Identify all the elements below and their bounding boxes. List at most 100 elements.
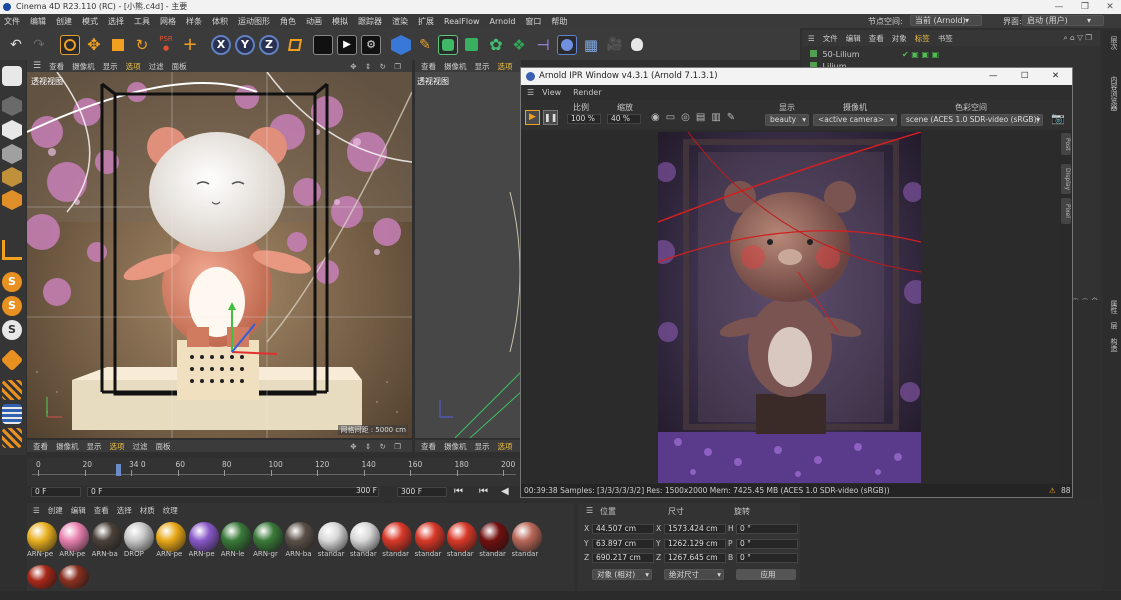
live-selection-icon[interactable] xyxy=(60,35,80,55)
vp2-menu-options[interactable]: 选项 xyxy=(498,61,513,72)
subdivision-icon[interactable] xyxy=(438,35,458,55)
deformer-icon[interactable]: ⊣ xyxy=(533,35,553,55)
menu-item[interactable]: 运动图形 xyxy=(238,16,270,27)
frame-range-end-b[interactable]: 300 F xyxy=(397,487,447,497)
maximize-button[interactable]: ❐ xyxy=(1072,0,1098,14)
tab-construct-vertical[interactable]: 构造 xyxy=(1109,338,1119,352)
make-editable-icon[interactable] xyxy=(2,66,22,86)
tab-layers-vertical[interactable]: 层次 xyxy=(1109,36,1119,50)
z-axis-icon[interactable]: Z xyxy=(259,35,279,55)
coord-mode-dropdown[interactable]: 对象 (相对) ▾ xyxy=(592,569,652,580)
mat-menu-select[interactable]: 选择 xyxy=(117,505,132,516)
menu-item[interactable]: 模式 xyxy=(82,16,98,27)
om-menu-file[interactable]: 文件 xyxy=(823,33,838,44)
pen-icon[interactable]: ✎ xyxy=(415,35,435,55)
menu-item[interactable]: RealFlow xyxy=(444,17,480,26)
material-swatch[interactable] xyxy=(220,522,251,552)
ipr-menu-icon[interactable]: ☰ xyxy=(527,88,534,97)
interface-dropdown[interactable]: 启动 (用户) ▾ xyxy=(1022,15,1104,26)
workplane-snap-icon[interactable]: S xyxy=(2,320,22,340)
extrude-icon[interactable] xyxy=(462,35,482,55)
vp-menu-filter[interactable]: 过滤 xyxy=(149,61,164,72)
menu-item[interactable]: 文件 xyxy=(4,16,20,27)
ipr-menu-view[interactable]: View xyxy=(542,88,561,97)
vp2-menu-camera[interactable]: 摄像机 xyxy=(444,61,467,72)
ipr-render-canvas[interactable] xyxy=(658,132,921,483)
go-to-start-icon[interactable]: ⏮ xyxy=(454,486,463,497)
vp-menu-view[interactable]: 查看 xyxy=(49,61,64,72)
menu-item[interactable]: 渲染 xyxy=(392,16,408,27)
render-view-icon[interactable]: ▶ xyxy=(337,35,357,55)
vpb-nav-icons[interactable]: ✥ ⇕ ↻ ❐ xyxy=(350,442,404,451)
rotation-field[interactable]: 0 ° xyxy=(736,553,798,563)
colorspace-dropdown[interactable]: scene (ACES 1.0 SDR-video (sRGB)) ▾ xyxy=(901,114,1043,126)
floor-icon[interactable]: ▦ xyxy=(581,35,601,55)
position-field[interactable]: 690.217 cm xyxy=(592,553,654,563)
mat-menu-texture[interactable]: 纹理 xyxy=(163,505,178,516)
vpb2-menu-view[interactable]: 查看 xyxy=(421,441,436,452)
apply-button[interactable]: 应用 xyxy=(736,569,796,580)
om-menu-tags[interactable]: 标签 xyxy=(915,33,930,44)
tab-content-browser-vertical[interactable]: 内容浏览器 xyxy=(1109,76,1119,111)
menu-item[interactable]: 模拟 xyxy=(332,16,348,27)
current-frame-field[interactable]: 0 F xyxy=(31,487,81,497)
psr-icon[interactable]: PSR ● xyxy=(156,35,176,55)
menu-item[interactable]: 扩展 xyxy=(418,16,434,27)
mograph-icon[interactable]: ❖ xyxy=(509,35,529,55)
x-axis-icon[interactable]: X xyxy=(211,35,231,55)
vpb-menu-panel[interactable]: 面板 xyxy=(156,441,171,452)
mat-menu-edit[interactable]: 编辑 xyxy=(71,505,86,516)
coordinate-system-icon[interactable] xyxy=(285,35,305,55)
vpb-menu-camera[interactable]: 摄像机 xyxy=(56,441,79,452)
vp-menu-options[interactable]: 选项 xyxy=(126,61,141,72)
locked-workplane-icon[interactable] xyxy=(2,428,22,448)
scale-icon[interactable] xyxy=(108,35,128,55)
size-field[interactable]: 1573.424 cm xyxy=(664,524,726,534)
tab-layer-vertical[interactable]: 层 xyxy=(1109,322,1119,329)
undo-button[interactable]: ↶ xyxy=(6,35,26,55)
size-field[interactable]: 1262.129 cm xyxy=(664,538,726,549)
vp-menu-camera[interactable]: 摄像机 xyxy=(72,61,95,72)
rotation-field[interactable]: 0 ° xyxy=(736,524,798,534)
close-button[interactable]: ✕ xyxy=(1097,0,1121,14)
ipr-play-button[interactable]: ▶ xyxy=(525,110,540,125)
camera-icon[interactable]: 🎥 xyxy=(605,35,625,55)
axis-mode-icon[interactable] xyxy=(2,240,22,260)
menu-item[interactable]: 网格 xyxy=(160,16,176,27)
menu-item[interactable]: Arnold xyxy=(490,17,516,26)
render-region-icon[interactable] xyxy=(313,35,333,55)
menu-item[interactable]: 编辑 xyxy=(30,16,46,27)
ratio-field[interactable]: 100 % xyxy=(567,114,601,124)
material-swatch[interactable] xyxy=(446,522,477,552)
rotation-field[interactable]: 0 ° xyxy=(736,538,798,549)
material-swatch[interactable] xyxy=(27,565,57,589)
position-field[interactable]: 63.897 cm xyxy=(592,538,654,549)
zoom-field[interactable]: 40 % xyxy=(607,114,641,124)
coord-menu-icon[interactable]: ☰ xyxy=(586,506,593,515)
object-row[interactable]: 50-Lilium ✔ ▣ ▣ ▣ xyxy=(810,50,1090,61)
viewport-menu-icon[interactable]: ☰ xyxy=(33,61,41,71)
vp-menu-display[interactable]: 显示 xyxy=(103,61,118,72)
vpb-menu-display[interactable]: 显示 xyxy=(87,441,102,452)
vp2-menu-view[interactable]: 查看 xyxy=(421,61,436,72)
ipr-maximize-button[interactable]: ☐ xyxy=(1021,68,1029,85)
move-icon[interactable]: ✥ xyxy=(84,35,104,55)
om-menu-object[interactable]: 对象 xyxy=(892,33,907,44)
om-search-icon[interactable]: ⌕ ⌂ ▽ ❐ xyxy=(1063,33,1092,43)
snap-icon[interactable]: S xyxy=(2,272,22,292)
minimize-button[interactable]: — xyxy=(1046,0,1072,14)
camera-dropdown[interactable]: <active camera> ▾ xyxy=(813,114,897,126)
vpb-menu-options[interactable]: 选项 xyxy=(110,441,125,452)
material-swatch[interactable] xyxy=(414,522,445,552)
node-space-dropdown[interactable]: 当前 (Arnold) ▾ xyxy=(910,15,982,26)
ipr-tab-post[interactable]: Post xyxy=(1061,133,1071,155)
prev-frame-icon[interactable]: ⏮ xyxy=(479,486,488,497)
ipr-tab-display[interactable]: Display xyxy=(1061,164,1071,194)
menu-item[interactable]: 样条 xyxy=(186,16,202,27)
material-swatch[interactable] xyxy=(156,522,187,552)
grid-icon[interactable] xyxy=(2,404,22,424)
om-menu-icon[interactable]: ☰ xyxy=(808,34,815,43)
viewport-nav-icons[interactable]: ✥ ⇕ ↻ ❐ xyxy=(350,62,404,71)
material-swatch[interactable] xyxy=(253,522,284,552)
y-axis-icon[interactable]: Y xyxy=(235,35,255,55)
